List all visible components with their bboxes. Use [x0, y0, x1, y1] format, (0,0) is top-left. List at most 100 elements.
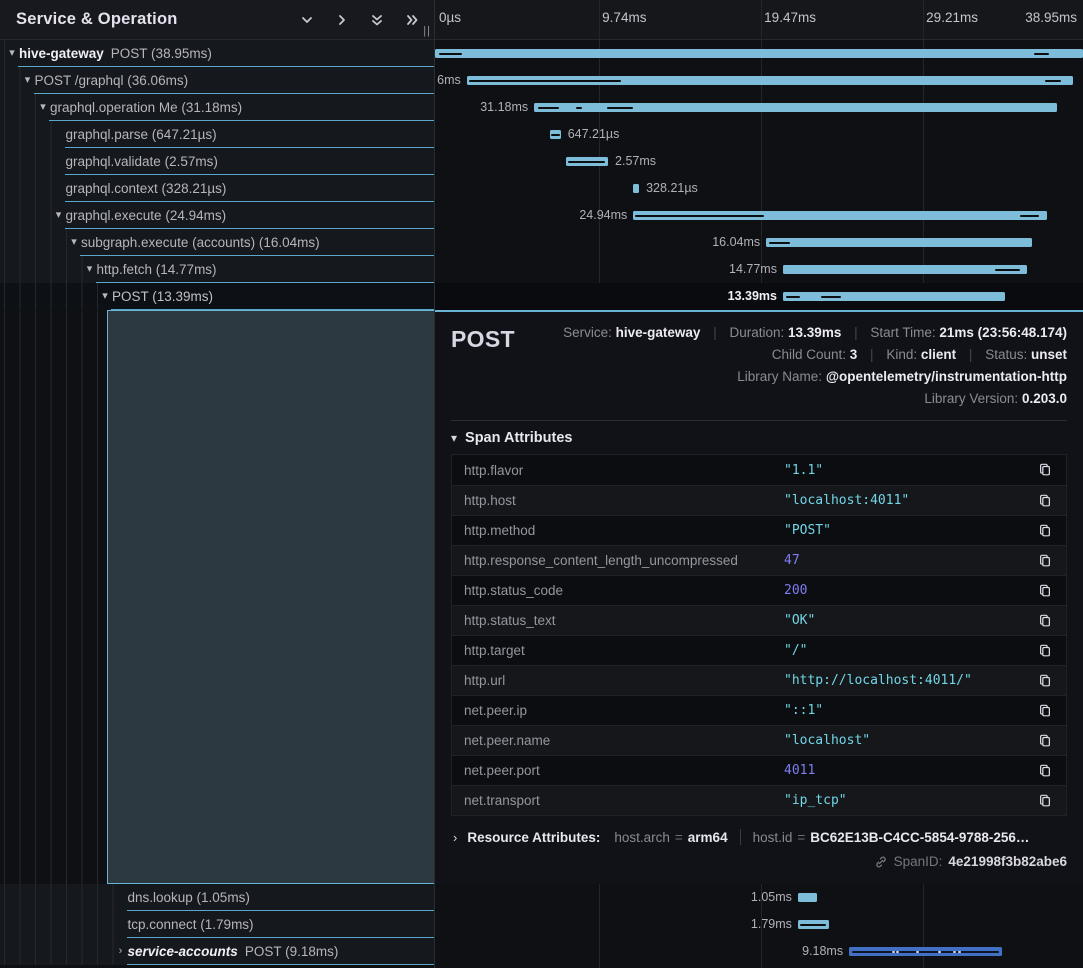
span-row-http-fetch[interactable]: ▾ http.fetch (14.77ms) — [0, 256, 434, 283]
link-icon[interactable] — [874, 855, 888, 869]
meta-label: Library Version: — [924, 391, 1018, 406]
indent-guides — [4, 884, 114, 911]
chevron-down-icon[interactable]: ▾ — [25, 75, 31, 86]
span-bar[interactable] — [566, 157, 608, 166]
attribute-key: http.url — [464, 673, 784, 688]
indent-guides — [4, 40, 5, 67]
copy-icon[interactable] — [1036, 522, 1054, 540]
span-bar[interactable] — [783, 265, 1027, 274]
chevron-down-icon[interactable]: ▾ — [9, 48, 15, 59]
span-tree: ▾ hive-gateway POST (38.95ms) ▾ POST /gr… — [0, 40, 434, 310]
copy-icon[interactable] — [1036, 461, 1054, 479]
span-row-graphql-execute[interactable]: ▾ graphql.execute (24.94ms) — [0, 202, 434, 229]
chevron-right-icon[interactable]: › — [453, 830, 457, 845]
copy-icon[interactable] — [1036, 582, 1054, 600]
span-bar[interactable] — [633, 211, 1047, 220]
copy-icon[interactable] — [1036, 552, 1054, 570]
span-row-graphql-validate[interactable]: graphql.validate (2.57ms) — [0, 148, 434, 175]
timeline-rows-bottom: 1.05ms 1.79ms 9.18ms — [435, 884, 1083, 968]
meta-label: Status: — [985, 347, 1027, 362]
indent-guides — [4, 175, 52, 202]
collapse-one-icon[interactable] — [295, 8, 319, 32]
span-attributes-table: http.flavor "1.1" http.host "localhost:4… — [451, 454, 1067, 816]
span-detail-meta: Service: hive-gateway | Duration: 13.39m… — [563, 322, 1067, 410]
chevron-down-icon[interactable]: ▾ — [56, 210, 62, 221]
span-bar[interactable] — [534, 103, 1057, 112]
resource-separator — [740, 829, 741, 845]
chevron-down-icon[interactable]: ▾ — [40, 102, 46, 113]
span-row-graphql-parse[interactable]: graphql.parse (647.21µs) — [0, 121, 434, 148]
indent-guides — [4, 911, 114, 938]
chevron-right-icon[interactable]: › — [119, 946, 123, 957]
span-label: tcp.connect (1.79ms) — [128, 917, 254, 932]
attribute-row: http.status_text "OK" — [452, 605, 1066, 635]
grid-line — [761, 0, 762, 39]
collapse-all-icon[interactable] — [365, 8, 389, 32]
meta-value: @opentelemetry/instrumentation-http — [826, 369, 1067, 384]
copy-icon[interactable] — [1036, 702, 1054, 720]
attribute-key: http.status_text — [464, 613, 784, 628]
span-row-graphql-context[interactable]: graphql.context (328.21µs) — [0, 175, 434, 202]
panel-resize-handle[interactable]: || — [423, 25, 431, 37]
bar-duration-label: 14.77ms — [729, 256, 777, 283]
grid-line — [923, 0, 924, 39]
indent-guides — [4, 121, 52, 148]
resource-value: BC62E13B-C4CC-5854-9788-256… — [810, 830, 1029, 845]
span-label: POST (13.39ms) — [112, 289, 213, 304]
span-row-post-graphql[interactable]: ▾ POST /graphql (36.06ms) — [0, 67, 434, 94]
bar-row: 6ms — [435, 67, 1083, 94]
span-bar[interactable] — [783, 292, 1005, 301]
span-bar[interactable] — [849, 947, 1002, 956]
chevron-down-icon[interactable]: ▾ — [451, 431, 457, 445]
attribute-key: net.transport — [464, 793, 784, 808]
expand-all-icon[interactable] — [400, 8, 424, 32]
chevron-down-icon[interactable]: ▾ — [87, 264, 93, 275]
attribute-row: net.peer.ip "::1" — [452, 695, 1066, 725]
trace-viewer: Service & Operation || 0µs 9.74ms 19.47m… — [0, 0, 1083, 968]
span-bar[interactable] — [633, 184, 639, 193]
resource-value: arm64 — [688, 830, 728, 845]
span-row-graphql-operation[interactable]: ▾ graphql.operation Me (31.18ms) — [0, 94, 434, 121]
attribute-value: "POST" — [784, 523, 1036, 538]
bar-duration-label: 1.05ms — [751, 884, 792, 911]
resource-attributes-row[interactable]: › Resource Attributes: host.arch = arm64… — [451, 829, 1067, 845]
copy-icon[interactable] — [1036, 672, 1054, 690]
span-label: POST (38.95ms) — [111, 46, 212, 61]
meta-value: hive-gateway — [616, 325, 701, 340]
span-attributes-section-header[interactable]: ▾ Span Attributes — [451, 430, 1067, 446]
span-bar[interactable] — [550, 130, 561, 139]
span-row-dns-lookup[interactable]: dns.lookup (1.05ms) — [0, 884, 434, 911]
copy-icon[interactable] — [1036, 612, 1054, 630]
indent-guides — [4, 94, 36, 121]
span-label: http.fetch (14.77ms) — [97, 262, 217, 277]
selected-span-detail-spacer — [107, 310, 434, 884]
span-bar[interactable] — [467, 76, 1073, 85]
span-row-hive-gateway-post[interactable]: ▾ hive-gateway POST (38.95ms) — [0, 40, 434, 67]
resource-key: host.arch — [614, 830, 670, 845]
span-label: graphql.operation Me (31.18ms) — [50, 100, 242, 115]
chevron-down-icon[interactable]: ▾ — [102, 291, 108, 302]
copy-icon[interactable] — [1036, 642, 1054, 660]
copy-icon[interactable] — [1036, 762, 1054, 780]
span-row-service-accounts-post[interactable]: › service-accounts POST (9.18ms) — [0, 938, 434, 965]
copy-icon[interactable] — [1036, 492, 1054, 510]
indent-guides — [4, 938, 114, 965]
copy-icon[interactable] — [1036, 732, 1054, 750]
span-bar[interactable] — [435, 49, 1083, 58]
span-bar[interactable] — [798, 893, 817, 902]
meta-separator: | — [854, 325, 858, 340]
attribute-row: net.transport "ip_tcp" — [452, 785, 1066, 815]
indent-guides — [4, 67, 21, 94]
expand-one-icon[interactable] — [330, 8, 354, 32]
span-label: dns.lookup (1.05ms) — [128, 890, 250, 905]
span-bar[interactable] — [798, 920, 829, 929]
span-row-post-selected[interactable]: ▾ POST (13.39ms) — [0, 283, 434, 310]
attribute-row: net.peer.port 4011 — [452, 755, 1066, 785]
span-bar[interactable] — [766, 238, 1032, 247]
attribute-row: http.flavor "1.1" — [452, 455, 1066, 485]
chevron-down-icon[interactable]: ▾ — [71, 237, 77, 248]
span-row-subgraph-execute[interactable]: ▾ subgraph.execute (accounts) (16.04ms) — [0, 229, 434, 256]
span-tree-bottom: dns.lookup (1.05ms) tcp.connect (1.79ms)… — [0, 884, 434, 965]
copy-icon[interactable] — [1036, 792, 1054, 810]
span-row-tcp-connect[interactable]: tcp.connect (1.79ms) — [0, 911, 434, 938]
